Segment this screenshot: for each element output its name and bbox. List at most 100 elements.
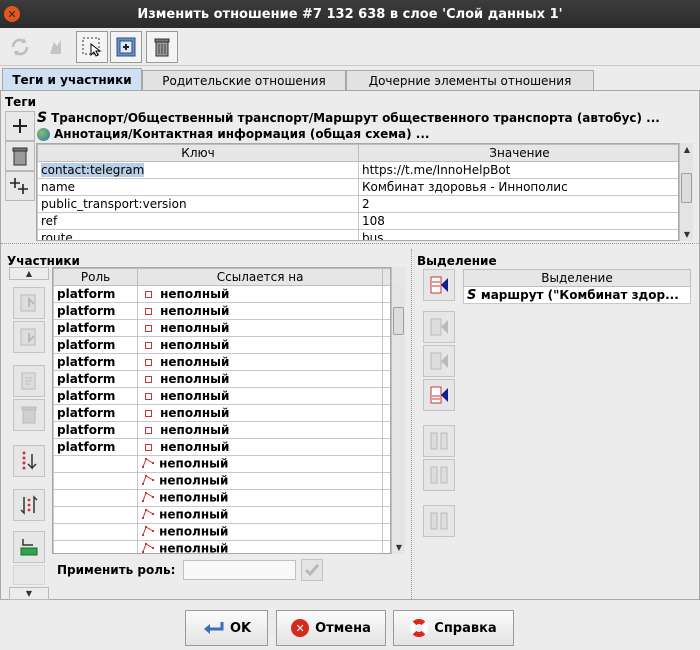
member-role[interactable] (53, 489, 139, 507)
member-role[interactable]: platform (53, 370, 139, 388)
delete-icon[interactable] (146, 31, 178, 63)
select-icon[interactable] (76, 31, 108, 63)
member-ref[interactable]: неполный (137, 523, 384, 541)
table-row[interactable]: platform неполный (53, 285, 390, 303)
preset-2[interactable]: Аннотация/Контактная информация (общая с… (37, 126, 697, 142)
cancel-button[interactable]: ✕ Отмена (276, 610, 386, 646)
member-role[interactable]: platform (53, 319, 139, 337)
tag-value[interactable]: 2 (358, 195, 678, 213)
member-ref[interactable]: неполный (137, 506, 384, 524)
table-row[interactable]: name Комбинат здоровья - Иннополис (37, 178, 678, 196)
member-ref[interactable]: неполный (137, 285, 384, 303)
scroll-thumb[interactable] (681, 173, 692, 203)
members-scrollbar[interactable]: ▼ (391, 267, 406, 554)
download-members-icon[interactable] (110, 31, 142, 63)
refresh-icon[interactable] (4, 31, 36, 63)
table-row[interactable]: неполный (53, 489, 390, 507)
table-row[interactable]: неполный (53, 523, 390, 541)
member-role[interactable] (53, 540, 139, 553)
window-close-button[interactable]: ✕ (4, 6, 20, 22)
member-ref[interactable]: неполный (137, 370, 384, 388)
table-row[interactable]: platform неполный (53, 336, 390, 354)
add-before-icon[interactable] (423, 311, 455, 343)
member-ref[interactable]: неполный (137, 472, 384, 490)
tab-parent-relations[interactable]: Родительские отношения (142, 70, 346, 90)
tag-key[interactable]: public_transport:version (37, 195, 359, 213)
member-ref[interactable]: неполный (137, 540, 384, 553)
tag-key[interactable]: name (37, 178, 359, 196)
member-role[interactable]: platform (53, 302, 139, 320)
table-row[interactable]: public_transport:version 2 (37, 195, 678, 213)
edit-member-icon[interactable] (13, 365, 45, 397)
table-row[interactable]: platform неполный (53, 370, 390, 388)
reverse-members-icon[interactable] (13, 489, 45, 521)
table-row[interactable]: ref 108 (37, 212, 678, 230)
set-role-icon[interactable] (423, 505, 455, 537)
tag-key[interactable]: ref (37, 212, 359, 230)
member-role[interactable] (53, 472, 139, 490)
table-row[interactable]: неполный (53, 455, 390, 473)
ok-button[interactable]: OK (185, 610, 268, 646)
remove-member-icon[interactable] (13, 399, 45, 431)
scroll-up-icon[interactable]: ▲ (680, 143, 694, 156)
tag-key[interactable]: route (37, 229, 359, 240)
scroll-thumb[interactable] (393, 307, 404, 335)
table-row[interactable]: platform неполный (53, 438, 390, 456)
member-role[interactable]: platform (53, 421, 139, 439)
scroll-up-icon[interactable] (392, 267, 406, 285)
table-row[interactable]: contact:telegram https://t.me/InnoHelpBot (37, 161, 678, 179)
tags-scrollbar[interactable]: ▲ ▼ (679, 143, 693, 241)
member-ref[interactable]: неполный (137, 421, 384, 439)
move-down-icon[interactable] (13, 321, 45, 353)
select-members-icon[interactable] (423, 459, 455, 491)
help-button[interactable]: Справка (393, 610, 514, 646)
remove-selected-icon[interactable] (423, 425, 455, 457)
zoom-to-icon[interactable] (40, 31, 72, 63)
tag-value[interactable]: 108 (358, 212, 678, 230)
member-role[interactable]: platform (53, 336, 139, 354)
tab-child-elements[interactable]: Дочерние элементы отношения (346, 70, 594, 90)
member-role[interactable]: platform (53, 387, 139, 405)
member-role[interactable] (53, 523, 139, 541)
delete-tag-button[interactable] (5, 141, 35, 171)
table-row[interactable]: S маршрут ("Комбинат здор... (463, 286, 691, 304)
table-row[interactable]: platform неполный (53, 421, 390, 439)
add-at-end-icon[interactable] (423, 379, 455, 411)
selection-item[interactable]: S маршрут ("Комбинат здор... (463, 286, 691, 304)
member-role[interactable]: platform (53, 353, 139, 371)
member-role[interactable]: platform (53, 285, 139, 303)
more-tools-icon[interactable] (13, 565, 45, 585)
toolbar-scroll-up-icon[interactable]: ▲ (9, 267, 49, 280)
table-row[interactable]: platform неполный (53, 302, 390, 320)
add-tag-button[interactable] (5, 111, 35, 141)
member-role[interactable]: platform (53, 438, 139, 456)
tag-key[interactable]: contact:telegram (37, 161, 359, 179)
table-row[interactable]: неполный (53, 540, 390, 553)
member-ref[interactable]: неполный (137, 387, 384, 405)
sort-members-icon[interactable] (13, 445, 45, 477)
move-up-icon[interactable] (13, 287, 45, 319)
add-at-start-icon[interactable] (423, 269, 455, 301)
apply-role-check-icon[interactable] (301, 559, 323, 581)
member-ref[interactable]: неполный (137, 489, 384, 507)
table-row[interactable]: platform неполный (53, 353, 390, 371)
apply-role-input[interactable] (183, 560, 296, 580)
member-ref[interactable]: неполный (137, 404, 384, 422)
member-ref[interactable]: неполный (137, 438, 384, 456)
member-ref[interactable]: неполный (137, 353, 384, 371)
scroll-down-icon[interactable]: ▼ (680, 228, 694, 241)
member-ref[interactable]: неполный (137, 455, 384, 473)
toolbar-scroll-down-icon[interactable]: ▼ (9, 587, 49, 600)
scroll-down-icon[interactable]: ▼ (392, 541, 406, 554)
table-row[interactable]: route bus (37, 229, 678, 240)
member-role[interactable]: platform (53, 404, 139, 422)
table-row[interactable]: неполный (53, 472, 390, 490)
preset-1[interactable]: S Транспорт/Общественный транспорт/Маршр… (37, 110, 697, 126)
member-ref[interactable]: неполный (137, 302, 384, 320)
table-row[interactable]: platform неполный (53, 319, 390, 337)
table-row[interactable]: platform неполный (53, 387, 390, 405)
vertical-split-divider[interactable] (411, 249, 412, 599)
add-after-icon[interactable] (423, 345, 455, 377)
tag-value[interactable]: bus (358, 229, 678, 240)
add-selected-icon[interactable] (13, 531, 45, 563)
